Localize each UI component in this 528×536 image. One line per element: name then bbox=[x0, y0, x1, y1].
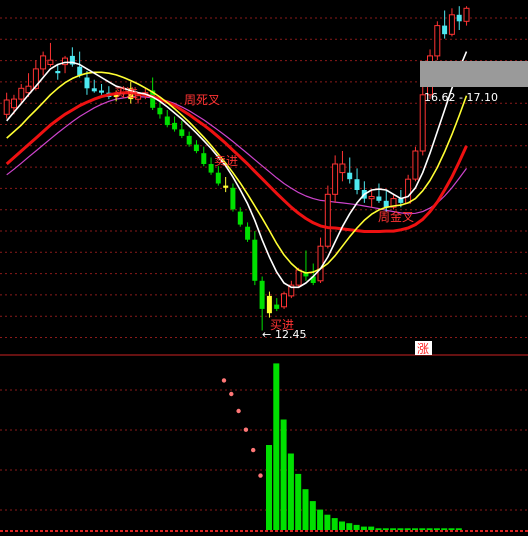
annotation-weekly-death-cross: 周死叉 bbox=[184, 93, 220, 107]
indicator-bar bbox=[266, 445, 272, 530]
indicator-dots bbox=[221, 378, 263, 478]
indicator-bar bbox=[441, 528, 448, 530]
candle-body bbox=[376, 196, 382, 201]
candle-body bbox=[456, 14, 462, 22]
candle-body bbox=[245, 226, 251, 240]
indicator-bar bbox=[346, 523, 353, 530]
indicator-bar bbox=[368, 526, 375, 530]
candle-body bbox=[223, 185, 229, 188]
candle-body bbox=[193, 144, 199, 152]
indicator-bar bbox=[426, 528, 433, 530]
indicator-bar bbox=[390, 528, 397, 530]
annotation-buy-1: 买进 bbox=[114, 86, 138, 100]
indicator-bar bbox=[397, 528, 404, 530]
indicator-bars bbox=[266, 363, 462, 530]
indicator-bar bbox=[302, 489, 309, 530]
rise-tag: 涨 bbox=[417, 341, 429, 356]
indicator-grid bbox=[0, 389, 528, 511]
candle-body bbox=[347, 172, 353, 180]
candle-body bbox=[3, 99, 10, 115]
candle-body bbox=[405, 178, 412, 204]
candle-body bbox=[164, 116, 170, 126]
indicator-bar bbox=[412, 528, 418, 530]
ma-mid-polyline bbox=[6, 71, 468, 274]
indicator-bar bbox=[324, 514, 331, 530]
indicator-dot bbox=[258, 473, 263, 478]
indicator-bar bbox=[353, 524, 360, 530]
indicator-dot bbox=[243, 427, 249, 432]
indicator-bar bbox=[280, 419, 287, 530]
stock-chart: 16.62 - 17.10 买进 周死叉 卖进 周金叉 买进 ← 12.45 涨 bbox=[0, 6, 528, 532]
candle-body bbox=[91, 88, 97, 92]
candle-body bbox=[281, 293, 287, 308]
candle-body bbox=[324, 193, 331, 247]
candle-body bbox=[40, 55, 47, 70]
indicator-bar bbox=[375, 528, 382, 530]
candle-body bbox=[215, 172, 221, 184]
low-price-arrow: ← bbox=[262, 328, 271, 341]
indicator-bar bbox=[419, 528, 426, 530]
indicator-bar bbox=[287, 453, 294, 530]
indicator-dot bbox=[221, 378, 227, 383]
candle-body bbox=[208, 164, 214, 173]
indicator-bar bbox=[317, 509, 324, 530]
candle-body bbox=[434, 25, 441, 57]
candle-body bbox=[186, 135, 192, 145]
indicator-bar bbox=[331, 518, 338, 530]
candle-body bbox=[179, 129, 185, 136]
candle-body bbox=[157, 107, 163, 115]
ma-mid-line bbox=[6, 71, 468, 274]
candle-body bbox=[448, 14, 455, 35]
indicator-bar bbox=[309, 501, 316, 530]
candle-body bbox=[47, 59, 54, 66]
candle-body bbox=[259, 280, 265, 309]
candle-body bbox=[442, 25, 448, 35]
candle-body bbox=[172, 122, 178, 130]
indicator-dot bbox=[251, 447, 256, 453]
candle-body bbox=[274, 304, 280, 309]
candlestick-series bbox=[3, 6, 470, 331]
candle-body bbox=[266, 295, 272, 314]
indicator-dot bbox=[229, 391, 234, 397]
indicator-bar bbox=[448, 528, 455, 530]
low-price-label: 12.45 bbox=[275, 328, 307, 341]
candle-body bbox=[252, 239, 258, 281]
candle-body bbox=[368, 196, 375, 200]
indicator-bar bbox=[273, 363, 280, 530]
candle-body bbox=[84, 77, 90, 89]
candle-body bbox=[230, 187, 236, 210]
annotation-weekly-golden-cross: 周金叉 bbox=[378, 209, 414, 224]
candle-body bbox=[77, 66, 83, 76]
candle-body bbox=[317, 245, 324, 282]
candle-body bbox=[339, 163, 346, 174]
candle-body bbox=[295, 269, 302, 286]
range-label: 16.62 - 17.10 bbox=[424, 91, 498, 104]
candle-body bbox=[11, 98, 17, 109]
candle-body bbox=[412, 150, 419, 180]
annotation-sell: 卖进 bbox=[214, 154, 238, 168]
candle-body bbox=[332, 163, 339, 195]
indicator-bar bbox=[295, 473, 302, 530]
indicator-bar bbox=[433, 528, 440, 530]
candle-body bbox=[55, 71, 61, 74]
indicator-bar bbox=[339, 521, 345, 530]
indicator-dot bbox=[236, 408, 241, 414]
indicator-bar bbox=[382, 528, 389, 530]
candle-body bbox=[18, 87, 25, 100]
indicator-bar bbox=[360, 526, 367, 530]
range-highlight-band bbox=[420, 61, 528, 87]
indicator-bar bbox=[455, 528, 462, 530]
candle-body bbox=[99, 90, 104, 93]
candle-body bbox=[354, 179, 360, 190]
candle-body bbox=[237, 211, 243, 225]
candle-body bbox=[463, 7, 470, 22]
indicator-bar bbox=[404, 528, 411, 530]
candle-body bbox=[201, 153, 207, 164]
